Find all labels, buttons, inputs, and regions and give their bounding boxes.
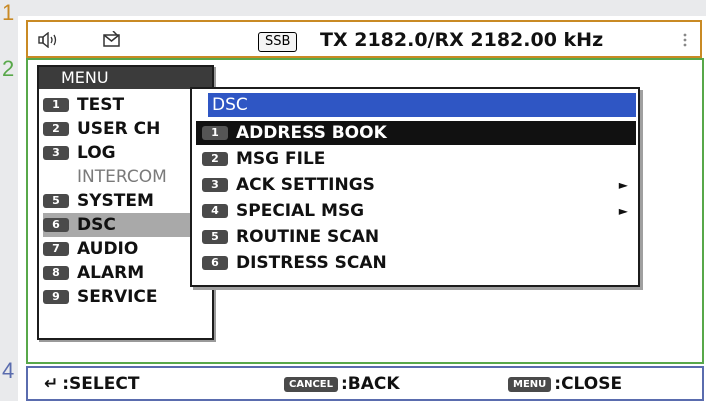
message-envelope-icon	[103, 31, 120, 47]
submenu-item-label: ACK SETTINGS	[236, 175, 375, 195]
softkey-bar: ↵:SELECT CANCEL:BACK MENU:CLOSE	[30, 370, 698, 398]
main-menu: MENU 1 TEST 2 USER CH 3 LOG INTERCOM 5 S…	[37, 65, 214, 340]
submenu-item-distress-scan[interactable]: 6 DISTRESS SCAN	[196, 251, 636, 275]
submenu-title: DSC	[208, 93, 636, 117]
submenu-item-label: ROUTINE SCAN	[236, 227, 380, 247]
submenu-item-address-book[interactable]: 1 ADDRESS BOOK	[196, 121, 636, 145]
dsc-submenu: DSC 1 ADDRESS BOOK 2 MSG FILE 3 ACK SETT…	[190, 87, 640, 287]
menu-item-log[interactable]: 3 LOG	[43, 141, 211, 165]
signal-indicator-icon	[683, 33, 687, 47]
submenu-item-label: SPECIAL MSG	[236, 201, 365, 221]
status-bar: SSB TX 2182.0/RX 2182.00 kHz	[30, 24, 698, 56]
menu-item-label: INTERCOM	[77, 167, 167, 187]
key-badge: 5	[43, 194, 69, 208]
menu-item-alarm[interactable]: 8 ALARM	[43, 261, 211, 285]
menu-item-test[interactable]: 1 TEST	[43, 93, 211, 117]
menu-key-icon: MENU	[508, 376, 552, 392]
submenu-item-routine-scan[interactable]: 5 ROUTINE SCAN	[196, 225, 636, 249]
menu-item-label: USER CH	[77, 119, 161, 139]
submenu-item-ack-settings[interactable]: 3 ACK SETTINGS ►	[196, 173, 636, 197]
menu-item-intercom: INTERCOM	[43, 165, 211, 189]
submenu-item-label: ADDRESS BOOK	[236, 123, 387, 143]
cancel-key-icon: CANCEL	[284, 376, 338, 392]
submenu-item-special-msg[interactable]: 4 SPECIAL MSG ►	[196, 199, 636, 223]
menu-item-dsc[interactable]: 6 DSC	[43, 213, 211, 237]
submenu-arrow-icon: ►	[618, 204, 628, 218]
close-softkey[interactable]: MENU:CLOSE	[508, 370, 622, 398]
submenu-item-label: DISTRESS SCAN	[236, 253, 387, 273]
enter-icon: ↵	[44, 374, 59, 394]
key-badge: 2	[202, 152, 228, 166]
menu-item-service[interactable]: 9 SERVICE	[43, 285, 211, 309]
key-badge: 6	[202, 256, 228, 270]
menu-item-label: AUDIO	[77, 239, 139, 259]
submenu-arrow-icon: ►	[618, 178, 628, 192]
callout-number-4: 4	[2, 358, 15, 383]
close-label: :CLOSE	[554, 374, 623, 394]
select-label: :SELECT	[62, 374, 140, 394]
submenu-item-label: MSG FILE	[236, 149, 326, 169]
back-softkey[interactable]: CANCEL:BACK	[284, 370, 400, 398]
frequency-display: TX 2182.0/RX 2182.00 kHz	[320, 29, 604, 51]
callout-number-2: 2	[2, 56, 15, 81]
menu-item-label: TEST	[77, 95, 125, 115]
menu-item-label: LOG	[77, 143, 116, 163]
key-badge: 8	[43, 266, 69, 280]
key-badge: 2	[43, 122, 69, 136]
key-badge: 9	[43, 290, 69, 304]
key-badge: 3	[43, 146, 69, 160]
submenu-item-msg-file[interactable]: 2 MSG FILE	[196, 147, 636, 171]
key-badge: 3	[202, 178, 228, 192]
menu-item-user-ch[interactable]: 2 USER CH	[43, 117, 211, 141]
key-badge: 6	[43, 218, 69, 232]
select-softkey[interactable]: ↵:SELECT	[44, 370, 139, 398]
mode-badge: SSB	[258, 32, 298, 52]
key-badge: 4	[202, 204, 228, 218]
menu-item-audio[interactable]: 7 AUDIO	[43, 237, 211, 261]
key-badge: 1	[43, 98, 69, 112]
callout-number-1: 1	[2, 0, 15, 25]
key-badge: 1	[202, 126, 228, 140]
menu-item-label: SYSTEM	[77, 191, 154, 211]
menu-item-label: DSC	[77, 215, 116, 235]
menu-item-label: SERVICE	[77, 287, 158, 307]
menu-item-system[interactable]: 5 SYSTEM	[43, 189, 211, 213]
back-label: :BACK	[341, 374, 400, 394]
menu-item-label: ALARM	[77, 263, 145, 283]
menu-title: MENU	[39, 67, 212, 89]
key-badge: 5	[202, 230, 228, 244]
key-badge: 7	[43, 242, 69, 256]
speaker-icon	[38, 32, 57, 48]
